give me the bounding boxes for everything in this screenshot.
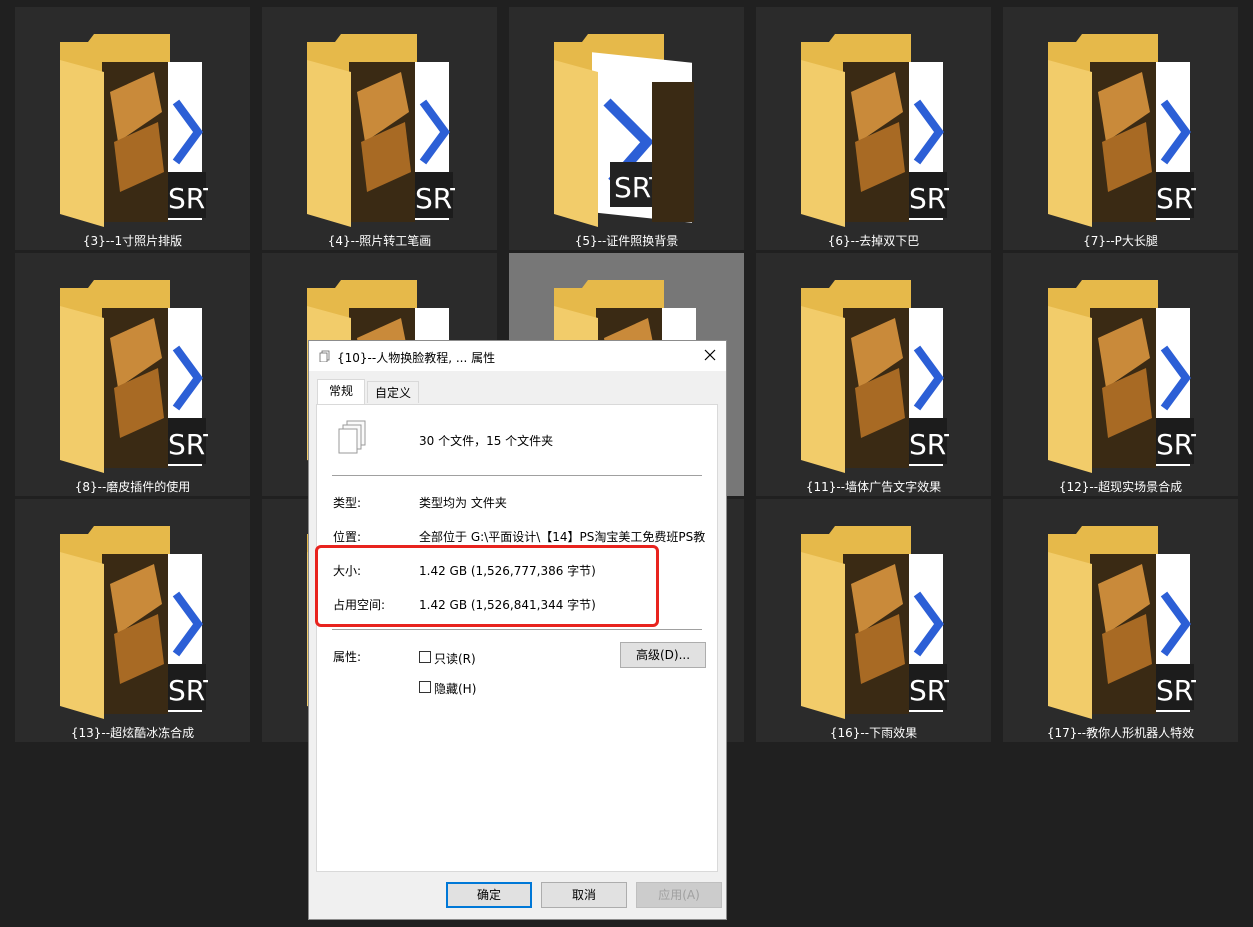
properties-dialog: {10}--人物换脸教程, ... 属性 常规 自定义 30 个文件，15 个文… bbox=[308, 340, 727, 920]
folder-caption: {6}--去掉双下巴 bbox=[827, 234, 920, 248]
folder-item[interactable]: SRT {3}--1寸照片排版 bbox=[15, 7, 250, 250]
type-value: 类型均为 文件夹 bbox=[419, 496, 507, 510]
folder-icon: SRT bbox=[1048, 526, 1196, 719]
folder-icon: SRT bbox=[60, 280, 208, 473]
srt-label: SRT bbox=[168, 674, 208, 707]
location-label: 位置: bbox=[333, 530, 362, 544]
folder-icon: SRT bbox=[554, 34, 694, 227]
multiple-files-large-icon bbox=[338, 420, 366, 454]
folder-icon: SRT bbox=[1048, 34, 1196, 227]
tab-general[interactable]: 常规 bbox=[317, 379, 365, 404]
cancel-button[interactable]: 取消 bbox=[541, 882, 627, 908]
srt-label: SRT bbox=[1156, 428, 1196, 461]
folder-caption: {11}--墙体广告文字效果 bbox=[805, 480, 942, 494]
folder-caption: {5}--证件照换背景 bbox=[574, 234, 679, 248]
folder-icon: SRT bbox=[307, 34, 455, 227]
folder-item[interactable]: SRT {6}--去掉双下巴 bbox=[756, 7, 991, 250]
tab-custom[interactable]: 自定义 bbox=[367, 381, 419, 403]
folder-item[interactable]: SRT {13}--超炫酷冰冻合成 bbox=[15, 499, 250, 742]
srt-label: SRT bbox=[168, 182, 208, 215]
folder-icon: SRT bbox=[1048, 280, 1196, 473]
apply-button[interactable]: 应用(A) bbox=[636, 882, 722, 908]
type-label: 类型: bbox=[333, 496, 362, 510]
folder-icon: SRT bbox=[801, 34, 949, 227]
folder-item[interactable]: SRT {12}--超现实场景合成 bbox=[1003, 253, 1238, 496]
folder-caption: {13}--超炫酷冰冻合成 bbox=[70, 726, 195, 740]
summary-text: 30 个文件，15 个文件夹 bbox=[419, 434, 554, 448]
srt-label: SRT bbox=[909, 674, 949, 707]
folder-item[interactable]: SRT {17}--教你人形机器人特效 bbox=[1003, 499, 1238, 742]
hidden-checkbox[interactable] bbox=[419, 681, 431, 693]
folder-caption: {16}--下雨效果 bbox=[829, 726, 918, 740]
readonly-checkbox[interactable] bbox=[419, 651, 431, 663]
close-icon[interactable] bbox=[702, 347, 718, 363]
folder-icon: SRT bbox=[60, 526, 208, 719]
srt-label: SRT bbox=[1156, 182, 1196, 215]
general-panel: 30 个文件，15 个文件夹 类型: 类型均为 文件夹 位置: 全部位于 G:\… bbox=[316, 404, 718, 872]
location-value: 全部位于 G:\平面设计\【14】PS淘宝美工免费班PS教 bbox=[419, 530, 706, 544]
dialog-title: {10}--人物换脸教程, ... 属性 bbox=[337, 351, 496, 365]
folder-caption: {7}--P大长腿 bbox=[1083, 234, 1158, 248]
highlight-box bbox=[315, 545, 659, 627]
folder-caption: {4}--照片转工笔画 bbox=[327, 234, 432, 248]
folder-item[interactable]: SRT {7}--P大长腿 bbox=[1003, 7, 1238, 250]
folder-caption: {12}--超现实场景合成 bbox=[1058, 480, 1183, 494]
srt-label: SRT bbox=[168, 428, 208, 461]
folder-icon: SRT bbox=[60, 34, 208, 227]
srt-label: SRT bbox=[909, 428, 949, 461]
srt-label: SRT bbox=[415, 182, 455, 215]
folder-item[interactable]: SRT {4}--照片转工笔画 bbox=[262, 7, 497, 250]
advanced-button[interactable]: 高级(D)... bbox=[620, 642, 706, 668]
folder-caption: {3}--1寸照片排版 bbox=[82, 234, 183, 248]
attributes-label: 属性: bbox=[333, 650, 362, 664]
folder-item[interactable]: SRT {16}--下雨效果 bbox=[756, 499, 991, 742]
ok-button[interactable]: 确定 bbox=[446, 882, 532, 908]
dialog-titlebar[interactable]: {10}--人物换脸教程, ... 属性 bbox=[309, 341, 726, 371]
folder-caption: {8}--磨皮插件的使用 bbox=[74, 480, 191, 494]
readonly-label[interactable]: 只读(R) bbox=[434, 650, 476, 667]
folder-caption: {17}--教你人形机器人特效 bbox=[1046, 726, 1195, 740]
folder-item[interactable]: SRT {11}--墙体广告文字效果 bbox=[756, 253, 991, 496]
folder-item[interactable]: SRT {5}--证件照换背景 bbox=[509, 7, 744, 250]
separator bbox=[332, 629, 702, 630]
folder-icon: SRT bbox=[801, 280, 949, 473]
separator bbox=[332, 475, 702, 476]
folder-item[interactable]: SRT {8}--磨皮插件的使用 bbox=[15, 253, 250, 496]
srt-label: SRT bbox=[909, 182, 949, 215]
folder-icon: SRT bbox=[801, 526, 949, 719]
srt-label: SRT bbox=[1156, 674, 1196, 707]
multiple-files-icon bbox=[319, 350, 330, 362]
hidden-label[interactable]: 隐藏(H) bbox=[434, 680, 476, 697]
